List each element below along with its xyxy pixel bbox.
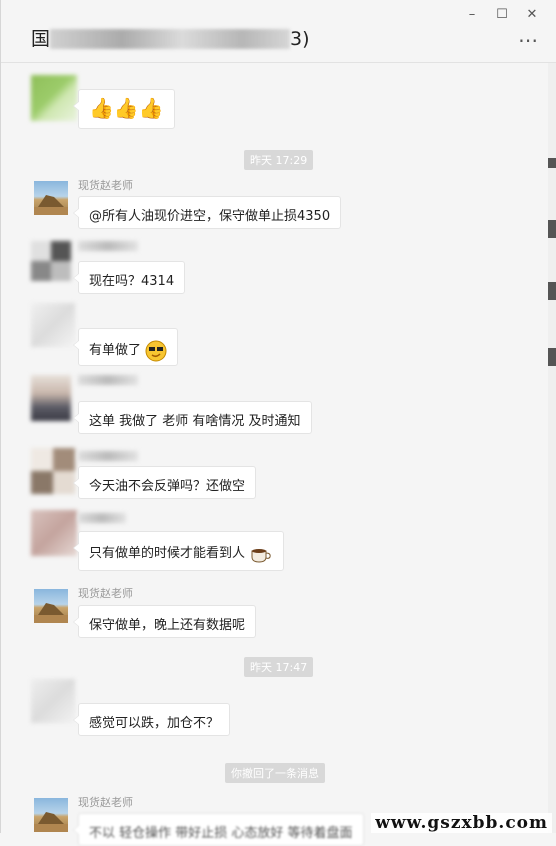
message-bubble: 这单 我做了 老师 有啥情况 及时通知 xyxy=(73,401,312,434)
avatar[interactable] xyxy=(34,589,68,623)
message-bubble: 只有做单的时候才能看到人 xyxy=(72,531,285,571)
avatar[interactable] xyxy=(31,241,71,281)
message-text: @所有人油现价进空，保守做单止损4350 xyxy=(89,209,331,224)
avatar[interactable] xyxy=(31,303,75,347)
avatar[interactable] xyxy=(31,510,77,556)
timestamp-chip: 昨天 17:29 xyxy=(244,150,314,170)
sender-name: 现货赵老师 xyxy=(78,587,133,600)
title-redacted xyxy=(50,29,291,49)
message-bubble: @所有人油现价进空，保守做单止损4350 xyxy=(72,196,342,229)
sender-name-redacted xyxy=(78,241,138,251)
edge-artifact xyxy=(548,348,556,366)
message-text: 保守做单，晚上还有数据呢 xyxy=(89,618,246,633)
more-options-icon[interactable]: ⋯ xyxy=(518,28,539,52)
message-bubble: 保守做单，晚上还有数据呢 xyxy=(72,605,257,638)
edge-artifact xyxy=(548,282,556,300)
message-text: 现在吗？4314 xyxy=(89,274,175,289)
sender-name-redacted xyxy=(78,451,138,461)
sender-name-redacted xyxy=(78,375,138,385)
title-text-start: 国 xyxy=(31,28,51,50)
message-bubble: 不以 轻仓操作 带好止损 心态放好 等待着盘面 xyxy=(73,813,364,846)
message-bubble: 感觉可以跌，加仓不？ xyxy=(72,703,231,736)
message-text: 感觉可以跌，加仓不？ xyxy=(89,716,220,731)
sphinx-icon xyxy=(34,603,68,623)
message-text: 有单做了 xyxy=(89,343,142,358)
coffee-cup-icon xyxy=(251,548,271,563)
sphinx-icon xyxy=(34,195,68,215)
message-bubble: 今天油不会反弹吗？还做空 xyxy=(72,466,257,499)
message-text: 不以 轻仓操作 带好止损 心态放好 等待着盘面 xyxy=(89,826,353,841)
avatar[interactable] xyxy=(34,798,68,832)
avatar[interactable] xyxy=(31,448,75,494)
message-text: 只有做单的时候才能看到人 xyxy=(89,546,246,561)
recall-notice: 你撤回了一条消息 xyxy=(225,763,325,783)
edge-artifact xyxy=(548,158,556,168)
avatar[interactable] xyxy=(34,181,68,215)
scrollbar[interactable] xyxy=(548,63,556,833)
chat-title: 国 3) xyxy=(31,24,310,51)
sphinx-icon xyxy=(34,812,68,832)
sender-name: 现货赵老师 xyxy=(78,796,133,809)
maximize-button[interactable]: ☐ xyxy=(491,6,513,24)
title-bar: 国 3) – ☐ ✕ ⋯ xyxy=(1,0,556,63)
message-list[interactable]: 👍👍👍 昨天 17:29 现货赵老师 @所有人油现价进空，保守做单止损4350 … xyxy=(1,63,549,846)
cool-face-icon xyxy=(145,340,167,361)
sender-name: 现货赵老师 xyxy=(78,179,133,192)
avatar[interactable] xyxy=(31,679,75,723)
avatar[interactable] xyxy=(31,75,77,121)
message-text: 今天油不会反弹吗？还做空 xyxy=(89,479,246,494)
message-text: 这单 我做了 老师 有啥情况 及时通知 xyxy=(89,414,301,429)
message-text: 👍👍👍 xyxy=(89,96,164,120)
message-bubble: 有单做了 xyxy=(72,328,179,366)
message-bubble: 👍👍👍 xyxy=(73,89,175,129)
timestamp-chip: 昨天 17:47 xyxy=(244,657,314,677)
title-text-end: 3) xyxy=(290,28,310,50)
sender-name-redacted xyxy=(78,513,126,523)
avatar[interactable] xyxy=(31,375,71,421)
chat-window: 国 3) – ☐ ✕ ⋯ 👍👍👍 昨天 17:29 现货赵老师 @所有人油现价进空… xyxy=(0,0,556,846)
edge-artifact xyxy=(548,220,556,238)
watermark: www.gszxbb.com xyxy=(371,813,552,833)
close-button[interactable]: ✕ xyxy=(521,6,543,24)
message-bubble: 现在吗？4314 xyxy=(72,261,186,294)
minimize-button[interactable]: – xyxy=(461,6,483,24)
